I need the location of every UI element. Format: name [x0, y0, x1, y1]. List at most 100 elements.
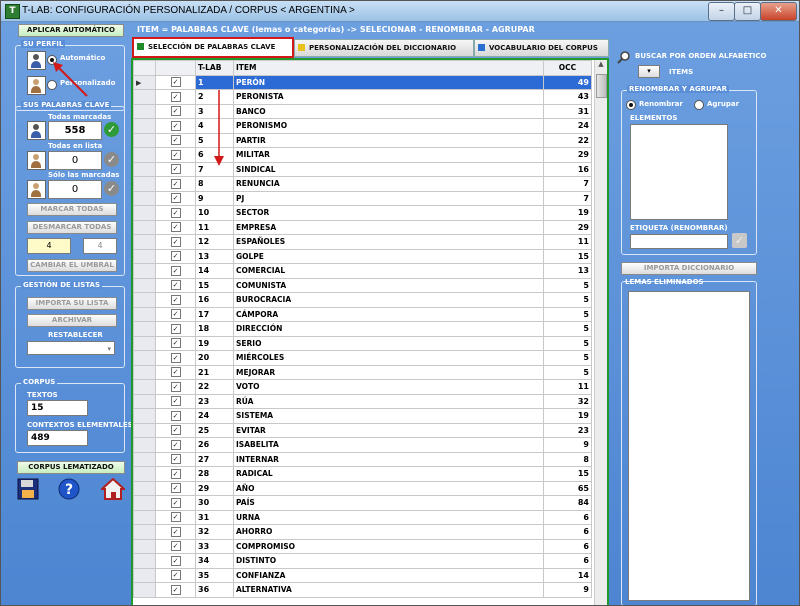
- table-row[interactable]: ✓ 31 URNA 6: [133, 509, 592, 525]
- check-icon[interactable]: ✓: [104, 152, 119, 167]
- row-checkbox-box[interactable]: ✓: [170, 265, 181, 276]
- table-row[interactable]: ✓ 5 PARTIR 22: [133, 132, 592, 148]
- row-checkbox[interactable]: ✓: [155, 437, 196, 453]
- table-row[interactable]: ✓ 17 CÁMPORA 5: [133, 306, 592, 322]
- row-checkbox[interactable]: ✓: [155, 538, 196, 554]
- row-checkbox[interactable]: ✓: [155, 277, 196, 293]
- table-row[interactable]: ✓ 7 SINDICAL 16: [133, 161, 592, 177]
- table-row[interactable]: ✓ 33 COMPROMISO 6: [133, 538, 592, 554]
- maximize-button[interactable]: □: [734, 2, 761, 21]
- table-row[interactable]: ✓ 2 PERONISTA 43: [133, 89, 592, 105]
- row-checkbox-box[interactable]: ✓: [170, 323, 181, 334]
- importa-diccionario-button[interactable]: IMPORTA DICCIONARIO: [621, 262, 757, 275]
- row-checkbox[interactable]: ✓: [155, 219, 196, 235]
- row-checkbox[interactable]: ✓: [155, 205, 196, 221]
- table-row[interactable]: ✓ 25 EVITAR 23: [133, 422, 592, 438]
- grid-scrollbar[interactable]: ▲: [594, 60, 607, 605]
- row-checkbox-box[interactable]: ✓: [170, 280, 181, 291]
- row-checkbox[interactable]: ✓: [155, 408, 196, 424]
- row-checkbox-box[interactable]: ✓: [170, 338, 181, 349]
- table-row[interactable]: ✓ 9 PJ 7: [133, 190, 592, 206]
- table-row[interactable]: ✓ 24 SISTEMA 19: [133, 408, 592, 424]
- home-icon[interactable]: [99, 477, 127, 500]
- row-checkbox[interactable]: ✓: [155, 553, 196, 569]
- row-checkbox-box[interactable]: ✓: [170, 584, 181, 595]
- restablecer-select[interactable]: ▾: [27, 341, 115, 355]
- row-checkbox-box[interactable]: ✓: [170, 294, 181, 305]
- row-checkbox-box[interactable]: ✓: [170, 352, 181, 363]
- table-row[interactable]: ✓ 34 DISTINTO 6: [133, 553, 592, 569]
- row-checkbox-box[interactable]: ✓: [170, 178, 181, 189]
- row-checkbox-box[interactable]: ✓: [170, 454, 181, 465]
- agrupar-radio[interactable]: [694, 100, 704, 110]
- row-checkbox-box[interactable]: ✓: [170, 77, 181, 88]
- row-checkbox[interactable]: ✓: [155, 103, 196, 119]
- table-row[interactable]: ✓ 27 INTERNAR 8: [133, 451, 592, 467]
- table-row[interactable]: ✓ 11 EMPRESA 29: [133, 219, 592, 235]
- row-checkbox[interactable]: ✓: [155, 292, 196, 308]
- row-checkbox-box[interactable]: ✓: [170, 570, 181, 581]
- row-checkbox[interactable]: ✓: [155, 582, 196, 598]
- table-row[interactable]: ✓ 13 GOLPE 15: [133, 248, 592, 264]
- table-row[interactable]: ✓ 22 VOTO 11: [133, 379, 592, 395]
- row-checkbox-box[interactable]: ✓: [170, 439, 181, 450]
- table-row[interactable]: ✓ 3 BANCO 31: [133, 103, 592, 119]
- table-row[interactable]: ✓ 8 RENUNCIA 7: [133, 176, 592, 192]
- table-row[interactable]: ✓ 30 PAÍS 84: [133, 495, 592, 511]
- table-row[interactable]: ✓ 16 BUROCRACIA 5: [133, 292, 592, 308]
- table-row[interactable]: ✓ 6 MILITAR 29: [133, 147, 592, 163]
- table-row[interactable]: ▶ ✓ 1 PERÓN 49: [133, 74, 592, 90]
- scroll-thumb[interactable]: [596, 74, 607, 98]
- row-checkbox[interactable]: ✓: [155, 524, 196, 540]
- table-row[interactable]: ✓ 23 RÚA 32: [133, 393, 592, 409]
- row-checkbox-box[interactable]: ✓: [170, 91, 181, 102]
- row-checkbox[interactable]: ✓: [155, 422, 196, 438]
- row-checkbox[interactable]: ✓: [155, 118, 196, 134]
- table-row[interactable]: ✓ 26 ISABELITA 9: [133, 437, 592, 453]
- row-checkbox-box[interactable]: ✓: [170, 120, 181, 131]
- elementos-list[interactable]: [630, 124, 728, 220]
- row-checkbox[interactable]: ✓: [155, 364, 196, 380]
- row-checkbox[interactable]: ✓: [155, 74, 196, 90]
- row-checkbox-box[interactable]: ✓: [170, 309, 181, 320]
- row-checkbox-box[interactable]: ✓: [170, 106, 181, 117]
- table-row[interactable]: ✓ 18 DIRECCIÓN 5: [133, 321, 592, 337]
- row-checkbox[interactable]: ✓: [155, 234, 196, 250]
- row-checkbox[interactable]: ✓: [155, 89, 196, 105]
- row-checkbox-box[interactable]: ✓: [170, 526, 181, 537]
- row-checkbox[interactable]: ✓: [155, 263, 196, 279]
- table-row[interactable]: ✓ 29 AÑO 65: [133, 480, 592, 496]
- row-checkbox[interactable]: ✓: [155, 451, 196, 467]
- table-row[interactable]: ✓ 4 PERONISMO 24: [133, 118, 592, 134]
- row-checkbox[interactable]: ✓: [155, 190, 196, 206]
- threshold-spin[interactable]: 4: [83, 238, 117, 254]
- row-checkbox[interactable]: ✓: [155, 335, 196, 351]
- items-dropdown[interactable]: ▾: [638, 65, 660, 78]
- row-checkbox-box[interactable]: ✓: [170, 425, 181, 436]
- aplicar-automatico-button[interactable]: APLICAR AUTOMÁTICO: [18, 24, 124, 37]
- archivar-button[interactable]: ARCHIVAR: [27, 314, 117, 327]
- row-checkbox[interactable]: ✓: [155, 567, 196, 583]
- row-checkbox-box[interactable]: ✓: [170, 236, 181, 247]
- importa-lista-button[interactable]: IMPORTA SU LISTA: [27, 297, 117, 310]
- table-row[interactable]: ✓ 20 MIÉRCOLES 5: [133, 350, 592, 366]
- row-checkbox-box[interactable]: ✓: [170, 497, 181, 508]
- row-checkbox-box[interactable]: ✓: [170, 555, 181, 566]
- threshold-value[interactable]: 4: [27, 238, 71, 254]
- renombrar-radio[interactable]: [626, 100, 636, 110]
- corpus-lematizado-button[interactable]: CORPUS LEMATIZADO: [17, 461, 125, 474]
- row-checkbox-box[interactable]: ✓: [170, 207, 181, 218]
- table-row[interactable]: ✓ 36 ALTERNATIVA 9: [133, 582, 592, 598]
- row-checkbox-box[interactable]: ✓: [170, 512, 181, 523]
- close-button[interactable]: ✕: [760, 2, 797, 21]
- etiqueta-input[interactable]: [630, 234, 728, 249]
- row-checkbox[interactable]: ✓: [155, 379, 196, 395]
- table-row[interactable]: ✓ 32 AHORRO 6: [133, 524, 592, 540]
- row-checkbox[interactable]: ✓: [155, 147, 196, 163]
- row-checkbox-box[interactable]: ✓: [170, 396, 181, 407]
- row-checkbox[interactable]: ✓: [155, 306, 196, 322]
- row-checkbox[interactable]: ✓: [155, 480, 196, 496]
- table-row[interactable]: ✓ 14 COMERCIAL 13: [133, 263, 592, 279]
- check-icon[interactable]: ✓: [104, 122, 119, 137]
- row-checkbox[interactable]: ✓: [155, 176, 196, 192]
